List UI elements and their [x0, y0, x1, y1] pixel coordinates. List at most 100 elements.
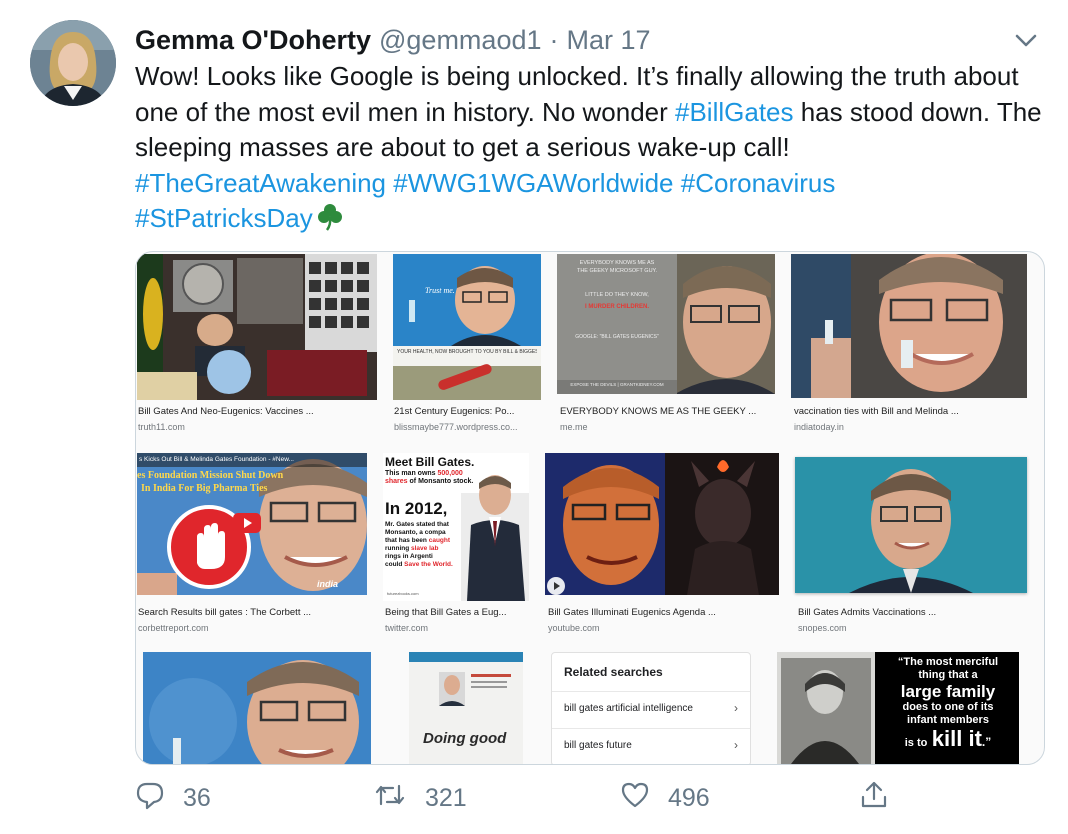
related-searches-title: Related searches [564, 665, 663, 679]
retweet-count: 321 [425, 784, 467, 812]
tweet-header: Gemma O'Doherty @gemmaod1 · Mar 17 [135, 20, 651, 60]
related-search-item[interactable]: bill gates future › [552, 728, 750, 764]
chevron-right-icon: › [734, 701, 738, 715]
image-text: EVERYBODY KNOWS ME AS [579, 260, 655, 266]
result-image-10[interactable]: Doing good [409, 652, 523, 764]
image-text: caught [428, 537, 451, 544]
image-text: THE GEEKY MICROSOFT GUY. [576, 268, 658, 274]
result-image-2[interactable]: Trust me. YOUR HEALTH, NOW BROUGHT TO YO… [393, 254, 541, 400]
image-text: could [385, 561, 403, 568]
image-text: LITTLE DO THEY KNOW, [585, 292, 649, 298]
result-source[interactable]: indiatoday.in [794, 422, 1030, 432]
quote-line: does to one of its [902, 701, 994, 713]
result-image-11[interactable]: “The most merciful thing that a large fa… [777, 652, 1019, 764]
related-search-item[interactable]: bill gates artificial intelligence › [552, 691, 750, 728]
image-text: In 2012, [385, 499, 448, 518]
share-button[interactable] [859, 780, 907, 817]
author-avatar[interactable] [30, 20, 116, 106]
quote-line: “The most merciful [897, 656, 999, 668]
result-source[interactable]: twitter.com [385, 623, 531, 633]
image-text: EXPOSE THE DEVILS | GRANTKIDNEY.COM [570, 382, 664, 387]
quote-line: .” [981, 735, 992, 749]
like-button[interactable]: 496 [620, 780, 710, 817]
image-text: GOOGLE: "BILL GATES EUGENICS" [575, 334, 659, 340]
hashtag-link[interactable]: #StPatricksDay [135, 203, 313, 233]
result-image-7[interactable] [545, 453, 779, 595]
play-icon [233, 513, 261, 538]
header-separator: · [549, 24, 559, 55]
image-text: rings in Argenti [385, 553, 433, 560]
result-image-3[interactable]: EVERYBODY KNOWS ME AS THE GEEKY MICROSOF… [557, 254, 775, 394]
image-text: es Foundation Mission Shut Down [137, 470, 284, 481]
result-caption[interactable]: Being that Bill Gates a Eug... [385, 607, 531, 618]
result-image-1[interactable] [137, 254, 377, 400]
image-text: Mr. Gates stated that Monsanto, a compa … [385, 521, 465, 569]
image-text: futurezbooks.com [387, 591, 419, 596]
image-text: Save the World. [404, 561, 453, 568]
hashtag-link[interactable]: #Coronavirus [681, 168, 836, 198]
result-source[interactable]: me.me [560, 422, 780, 432]
image-text: Meet Bill Gates. [385, 455, 475, 469]
image-text: shares [385, 478, 408, 485]
quote-text: “The most merciful thing that a large fa… [877, 656, 1019, 755]
image-text: india [317, 579, 339, 589]
caret-down-icon[interactable] [1012, 26, 1040, 54]
image-text: running [385, 545, 410, 552]
result-image-8[interactable] [795, 457, 1027, 593]
image-text: Monsanto, a compa [385, 529, 446, 536]
result-caption[interactable]: 21st Century Eugenics: Po... [394, 406, 544, 417]
result-caption[interactable]: Search Results bill gates : The Corbett … [138, 607, 368, 618]
image-text: 500,000 [437, 470, 463, 477]
result-source[interactable]: snopes.com [798, 623, 1030, 633]
result-source[interactable]: corbettreport.com [138, 623, 368, 633]
tweet-media-image[interactable]: Bill Gates And Neo-Eugenics: Vaccines ..… [135, 251, 1045, 765]
result-caption[interactable]: vaccination ties with Bill and Melinda .… [794, 406, 1030, 417]
result-source[interactable]: youtube.com [548, 623, 782, 633]
image-text: Mr. Gates stated that [385, 521, 449, 528]
result-image-5[interactable]: s Kicks Out Bill & Melinda Gates Foundat… [137, 453, 367, 595]
retweet-button[interactable]: 321 [373, 780, 467, 817]
chevron-right-icon: › [734, 738, 738, 752]
tweet-date[interactable]: Mar 17 [567, 25, 651, 56]
result-caption[interactable]: EVERYBODY KNOWS ME AS THE GEEKY ... [560, 406, 780, 417]
result-source[interactable]: truth11.com [138, 422, 378, 432]
quote-line: is to [904, 737, 928, 749]
result-caption[interactable]: Bill Gates Illuminati Eugenics Agenda ..… [548, 607, 782, 618]
image-text: slave lab [411, 545, 439, 552]
image-text: I MURDER CHILDREN. [585, 304, 649, 310]
play-icon [547, 577, 565, 595]
share-icon [859, 780, 907, 817]
image-text: s Kicks Out Bill & Melinda Gates Foundat… [139, 456, 294, 463]
retweet-icon [373, 780, 425, 817]
reply-count: 36 [183, 784, 211, 812]
reply-icon [135, 780, 183, 817]
result-source[interactable]: blissmaybe777.wordpress.co... [394, 422, 544, 432]
result-image-6[interactable]: Meet Bill Gates. This man owns 500,000 s… [383, 453, 529, 601]
image-text: In India For Big Pharma Ties [141, 483, 268, 494]
image-text: This man owns 500,000 shares of Monsanto… [385, 470, 475, 486]
related-search-label: bill gates artificial intelligence [564, 703, 693, 714]
reply-button[interactable]: 36 [135, 780, 211, 817]
image-text: of Monsanto stock. [409, 478, 474, 485]
author-handle[interactable]: @gemmaod1 [379, 25, 542, 56]
result-caption[interactable]: Bill Gates And Neo-Eugenics: Vaccines ..… [138, 406, 378, 417]
quote-line: kill it [931, 726, 982, 751]
tweet-text: Wow! Looks like Google is being unlocked… [135, 59, 1055, 241]
image-text: that has been [385, 537, 427, 544]
hashtag-link[interactable]: #TheGreatAwakening [135, 168, 386, 198]
like-count: 496 [668, 784, 710, 812]
hashtag-link[interactable]: #BillGates [675, 97, 794, 127]
quote-line: large family [900, 682, 996, 701]
result-caption[interactable]: Bill Gates Admits Vaccinations ... [798, 607, 1030, 618]
related-searches-panel: Related searches bill gates artificial i… [551, 652, 751, 764]
image-text: Trust me. [425, 286, 455, 295]
avatar-image [30, 20, 116, 106]
related-search-label: bill gates future [564, 740, 632, 751]
result-image-9[interactable] [143, 652, 371, 764]
hashtag-link[interactable]: #WWG1WGAWorldwide [393, 168, 673, 198]
tweet-actions: 36 321 496 [135, 780, 895, 820]
quote-line: thing that a [918, 669, 978, 681]
like-icon [620, 780, 668, 817]
author-name[interactable]: Gemma O'Doherty [135, 25, 371, 56]
result-image-4[interactable] [791, 254, 1027, 398]
